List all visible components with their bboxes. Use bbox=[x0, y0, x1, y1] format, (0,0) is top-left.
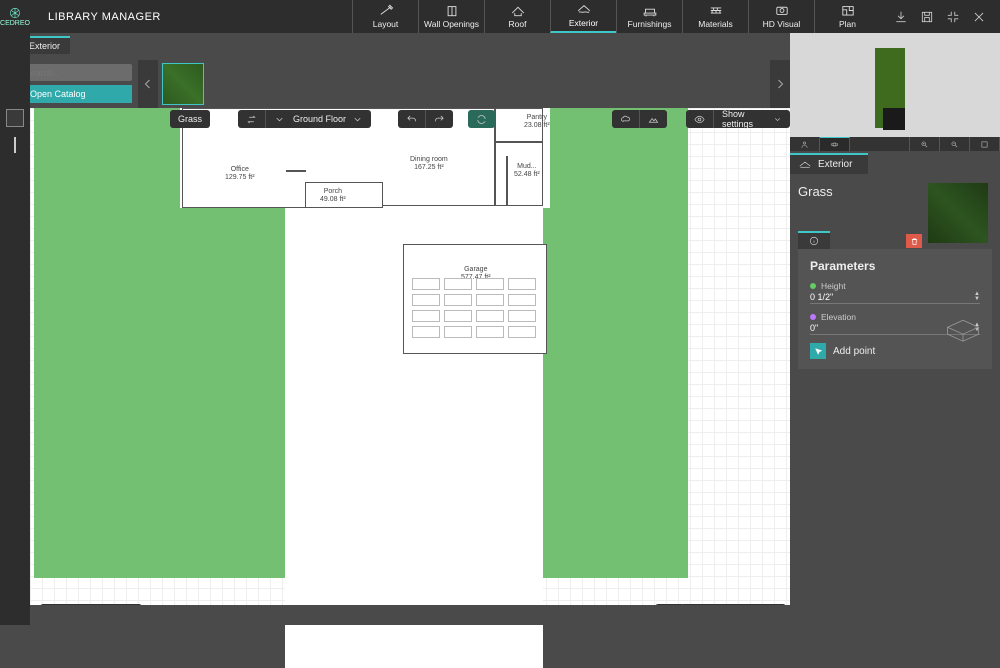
tab-roof[interactable]: Roof bbox=[484, 0, 550, 33]
close-icon[interactable] bbox=[972, 10, 986, 24]
delete-button[interactable] bbox=[906, 234, 922, 248]
tab-wall-openings[interactable]: Wall Openings bbox=[418, 0, 484, 33]
collapse-icon[interactable] bbox=[946, 10, 960, 24]
landscape-icon[interactable] bbox=[640, 110, 667, 128]
material-tag: Grass bbox=[170, 110, 210, 128]
height-stepper[interactable]: ▲▼ bbox=[974, 292, 980, 302]
mini-zoom-in-icon[interactable] bbox=[910, 137, 940, 151]
swap-icon[interactable] bbox=[238, 110, 266, 128]
download-icon[interactable] bbox=[894, 10, 908, 24]
props-tab-exterior[interactable]: Exterior bbox=[790, 153, 868, 174]
carousel-next[interactable] bbox=[770, 60, 790, 108]
add-point-button[interactable]: Add point bbox=[810, 343, 980, 359]
redo-button[interactable] bbox=[426, 110, 453, 128]
app-title: LIBRARY MANAGER bbox=[30, 0, 179, 33]
cloud-icon[interactable] bbox=[612, 110, 640, 128]
mini-expand-icon[interactable] bbox=[970, 137, 1000, 151]
mini-orbit-icon[interactable] bbox=[820, 137, 850, 151]
tool-line[interactable] bbox=[14, 137, 16, 153]
tool-grid[interactable] bbox=[6, 109, 24, 127]
sync-icon[interactable] bbox=[468, 110, 495, 128]
mini-zoom-out-icon[interactable] bbox=[940, 137, 970, 151]
show-settings-button[interactable]: Show settings bbox=[714, 110, 790, 128]
carousel-prev[interactable] bbox=[138, 60, 158, 108]
cube-icon bbox=[942, 315, 984, 345]
tab-furnishings[interactable]: Furnishings bbox=[616, 0, 682, 33]
tab-materials[interactable]: Materials bbox=[682, 0, 748, 33]
material-thumb-grass[interactable] bbox=[162, 63, 204, 105]
tab-layout[interactable]: Layout bbox=[352, 0, 418, 33]
mini-person-icon[interactable] bbox=[790, 137, 820, 151]
undo-button[interactable] bbox=[398, 110, 426, 128]
tab-hd-visual[interactable]: HD Visual bbox=[748, 0, 814, 33]
tab-exterior[interactable]: Exterior bbox=[550, 0, 616, 33]
floorplan-canvas[interactable]: Office129.75 ft² Porch49.08 ft² Dining r… bbox=[30, 108, 790, 605]
preview-3d[interactable] bbox=[790, 33, 1000, 137]
height-label: Height bbox=[810, 281, 980, 291]
height-value[interactable]: 0 1/2" bbox=[810, 291, 974, 303]
tab-plan[interactable]: Plan bbox=[814, 0, 880, 33]
parameters-heading: Parameters bbox=[810, 259, 980, 273]
material-swatch[interactable] bbox=[928, 183, 988, 243]
app-logo: CEDREO bbox=[0, 0, 30, 33]
save-icon[interactable] bbox=[920, 10, 934, 24]
info-tab[interactable] bbox=[798, 231, 830, 249]
floor-select[interactable]: Ground Floor bbox=[285, 110, 371, 128]
visibility-icon[interactable] bbox=[686, 110, 714, 128]
